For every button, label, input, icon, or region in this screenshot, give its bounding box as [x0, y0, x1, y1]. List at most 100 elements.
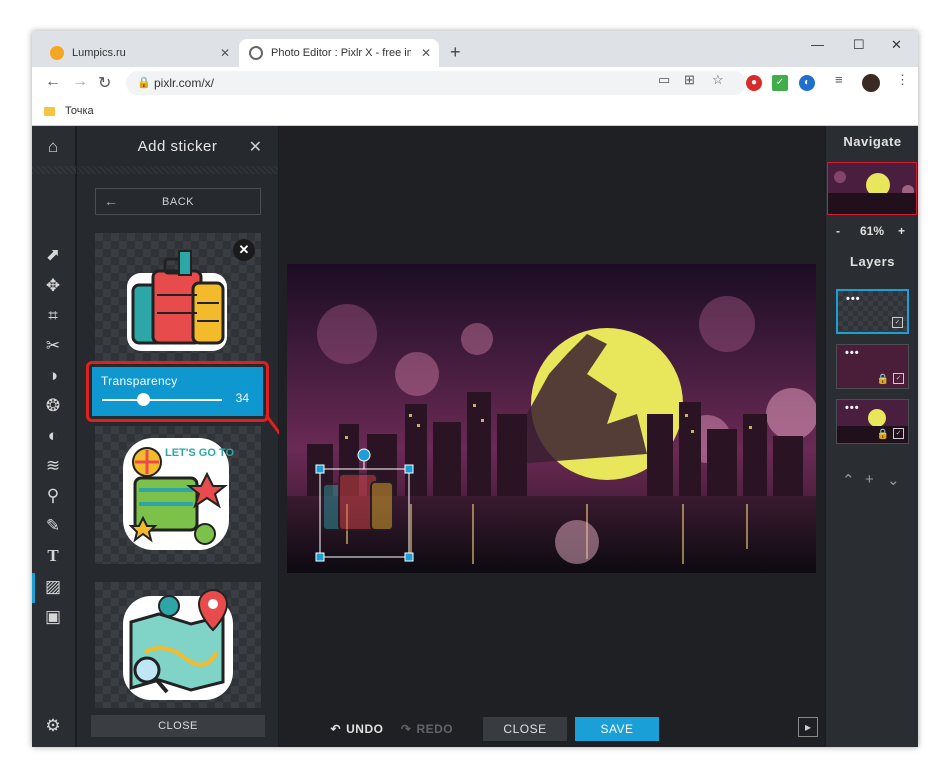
beach-shorts-sticker-icon: LET'S GO TO — [123, 438, 234, 550]
map-sticker-icon — [123, 589, 233, 700]
tab-close-icon[interactable]: ✕ — [220, 46, 230, 60]
back-button[interactable]: ← BACK — [95, 188, 261, 215]
checkmark-extension-icon[interactable]: ✓ — [772, 75, 788, 91]
reload-icon[interactable]: ↻ — [98, 73, 111, 93]
layer-visibility-checkbox[interactable]: ✓ — [892, 317, 903, 328]
brush-icon[interactable]: ✎ — [42, 515, 64, 537]
lumpics-favicon-icon — [50, 46, 64, 60]
save-button[interactable]: SAVE — [575, 717, 659, 741]
adblock-icon[interactable]: ● — [746, 75, 762, 91]
close-button[interactable]: CLOSE — [483, 717, 567, 741]
right-panel: Navigate - 61% + Layers ••• ✓ ••• 🔒 ✓ ••… — [825, 126, 918, 747]
tool-sidebar: ⌂ ⬈ ✥ ⌗ ✂ ◑ ❂ ◐ ≋ ⚲ ✎ T ▨ ▣ ⚙ — [32, 126, 76, 747]
arrow-left-icon: ← — [104, 193, 119, 209]
filter-icon[interactable]: ❂ — [42, 395, 64, 417]
collapse-panel-icon[interactable]: ▸ — [798, 717, 818, 737]
image-canvas[interactable] — [287, 264, 816, 573]
lock-icon[interactable]: 🔒 — [877, 374, 889, 385]
undo-icon: ↶ — [330, 722, 342, 736]
divider — [77, 166, 278, 174]
layer-options-icon[interactable]: ••• — [845, 347, 860, 359]
bookmark-item[interactable]: Точка — [44, 105, 94, 117]
sticker-map[interactable] — [95, 582, 261, 708]
pixlr-app: ⌂ ⬈ ✥ ⌗ ✂ ◑ ❂ ◐ ≋ ⚲ ✎ T ▨ ▣ ⚙ Add sticke… — [32, 126, 918, 747]
move-layer-up-icon[interactable]: ⌃ — [842, 471, 855, 489]
effect-icon[interactable]: ◐ — [42, 425, 64, 447]
active-tool-indicator — [32, 573, 35, 603]
layer-item-background[interactable]: ••• 🔒 ✓ — [836, 399, 909, 444]
add-sticker-panel: Add sticker ✕ ← BACK ✕ LET'S GO TO Trans… — [77, 126, 278, 747]
workspace-bottom-bar: ↶ UNDO ↷ REDO CLOSE SAVE ▸ — [279, 707, 825, 747]
navigate-title: Navigate — [843, 134, 902, 149]
sticker-element-icon[interactable]: ▨ — [42, 576, 64, 598]
playlist-icon[interactable]: ≡ — [835, 72, 843, 87]
home-icon[interactable]: ⌂ — [42, 136, 64, 158]
redo-icon: ↷ — [400, 722, 412, 736]
adjust-icon[interactable]: ◑ — [42, 365, 64, 387]
minimize-icon[interactable]: — — [811, 37, 824, 52]
redo-button[interactable]: ↷ REDO — [397, 717, 457, 741]
zoom-in-button[interactable]: + — [898, 224, 905, 238]
url-text: pixlr.com/x/ — [154, 76, 215, 90]
arrow-left-icon[interactable]: ← — [45, 73, 61, 91]
settings-gear-icon[interactable]: ⚙ — [42, 715, 64, 737]
undo-button[interactable]: ↶ UNDO — [327, 717, 387, 741]
layer-options-icon[interactable]: ••• — [846, 293, 861, 305]
crop-icon[interactable]: ⌗ — [42, 305, 64, 327]
undo-label: UNDO — [346, 722, 384, 736]
tab-close-icon[interactable]: ✕ — [421, 46, 431, 60]
move-layer-down-icon[interactable]: ⌄ — [887, 471, 900, 489]
layer-item-bokeh[interactable]: ••• 🔒 ✓ — [836, 344, 909, 389]
zoom-control: - 61% + — [826, 224, 918, 240]
tab-lumpics[interactable]: Lumpics.ru ✕ — [40, 39, 238, 67]
folder-icon — [44, 106, 55, 116]
retouch-icon[interactable]: ⚲ — [42, 485, 64, 507]
browser-toolbar: ← → ↻ 🔒 pixlr.com/x/ ▭ ⊞ ☆ ● ✓ ◐ ≡ ⋮ — [32, 67, 918, 99]
new-tab-plus-icon[interactable]: + — [450, 42, 461, 63]
tab-title: Photo Editor : Pixlr X - free image — [271, 47, 411, 59]
arrange-icon[interactable]: ⬈ — [42, 244, 64, 266]
move-icon[interactable]: ✥ — [42, 275, 64, 297]
bookmarks-bar: Точка — [32, 99, 918, 126]
avatar[interactable] — [862, 74, 880, 92]
workspace: ↶ UNDO ↷ REDO CLOSE SAVE ▸ — [279, 126, 825, 747]
text-icon[interactable]: T — [42, 545, 64, 567]
cutout-scissors-icon[interactable]: ✂ — [42, 335, 64, 357]
layer-item-sticker[interactable]: ••• ✓ — [836, 289, 909, 334]
arrow-right-icon[interactable]: → — [72, 73, 88, 91]
cast-icon[interactable]: ▭ — [658, 72, 670, 88]
back-label: BACK — [162, 195, 194, 208]
bookmark-label: Точка — [65, 105, 94, 117]
pixlr-favicon-icon — [249, 46, 263, 60]
tab-pixlr[interactable]: Photo Editor : Pixlr X - free image ✕ — [239, 39, 439, 67]
bookmark-star-icon[interactable]: ☆ — [712, 72, 724, 88]
browser-window: Lumpics.ru ✕ Photo Editor : Pixlr X - fr… — [32, 31, 918, 747]
layer-visibility-checkbox[interactable]: ✓ — [893, 428, 904, 439]
sticker-luggage[interactable]: ✕ — [95, 233, 261, 361]
zoom-out-button[interactable]: - — [836, 224, 840, 238]
tab-strip: Lumpics.ru ✕ Photo Editor : Pixlr X - fr… — [32, 31, 918, 67]
menu-dots-icon[interactable]: ⋮ — [896, 72, 909, 88]
sticker-remove-close-icon[interactable]: ✕ — [233, 239, 255, 261]
add-image-icon[interactable]: ▣ — [42, 606, 64, 628]
address-bar[interactable]: 🔒 pixlr.com/x/ — [126, 71, 746, 95]
liquify-icon[interactable]: ≋ — [42, 455, 64, 477]
panel-close-button[interactable]: CLOSE — [91, 715, 265, 737]
zoom-value: 61% — [860, 224, 885, 238]
sticker-beach[interactable]: LET'S GO TO — [95, 426, 261, 564]
layers-title: Layers — [850, 254, 895, 269]
lock-icon: 🔒 — [137, 77, 151, 89]
annotation-highlight-box — [86, 361, 269, 422]
panel-close-icon[interactable]: ✕ — [249, 137, 262, 157]
maximize-icon[interactable]: ☐ — [853, 37, 865, 53]
lock-icon[interactable]: 🔒 — [877, 429, 889, 440]
navigator-thumbnail[interactable] — [827, 162, 917, 215]
layer-visibility-checkbox[interactable]: ✓ — [893, 373, 904, 384]
globe-extension-icon[interactable]: ◐ — [799, 75, 815, 91]
close-icon[interactable]: ✕ — [891, 37, 902, 53]
svg-text:LET'S GO TO: LET'S GO TO — [165, 447, 234, 459]
city-night-image — [287, 264, 816, 573]
translate-icon[interactable]: ⊞ — [684, 72, 695, 88]
layer-options-icon[interactable]: ••• — [845, 402, 860, 414]
add-layer-plus-icon[interactable]: + — [865, 471, 874, 488]
